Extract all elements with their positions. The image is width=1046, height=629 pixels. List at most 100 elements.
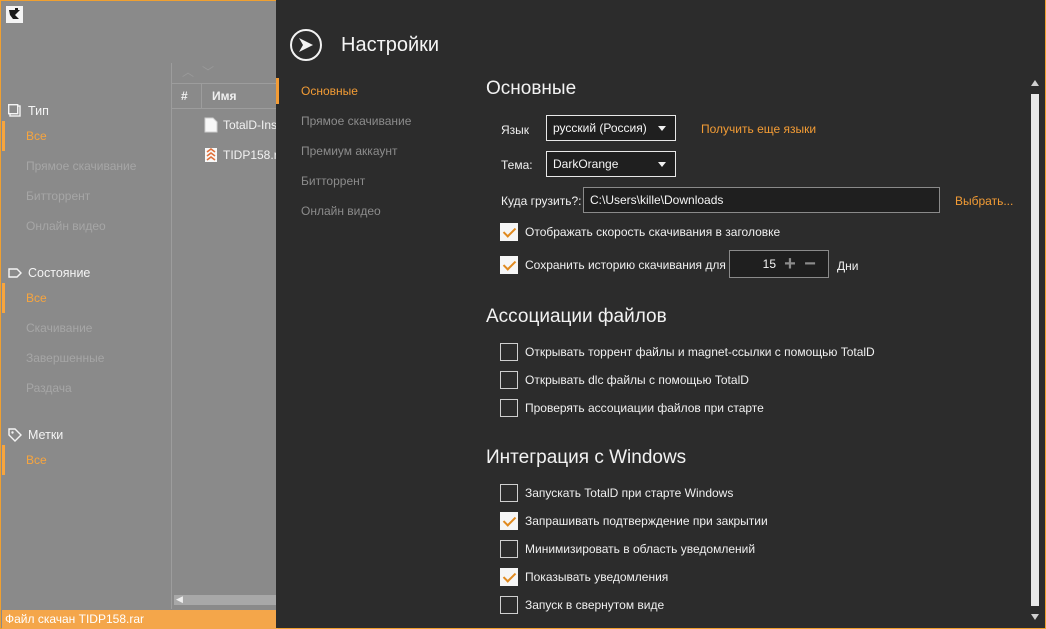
download-folder-input[interactable]: C:\Users\kille\Downloads [583,187,940,213]
keep-history-checkbox[interactable] [500,256,518,274]
language-value: русский (Россия) [553,121,647,135]
assoc-check-checkbox[interactable] [500,399,518,417]
settings-content: Основные Язык русский (Россия) Получить … [486,76,1026,621]
autostart-label: Запускать TotalD при старте Windows [525,486,734,500]
settings-nav: Основные Прямое скачивание Премиум аккау… [276,76,466,226]
section-labels: Метки [2,425,170,445]
section-labels-title: Метки [28,428,64,442]
autostart-checkbox[interactable] [500,484,518,502]
get-more-languages-link[interactable]: Получить еще языки [701,122,816,136]
notifications-label: Показывать уведомления [525,570,669,584]
show-speed-option[interactable]: Отображать скорость скачивания в заголов… [500,223,780,241]
sidebar-item-type-all[interactable]: Все [2,121,170,151]
column-number[interactable]: # [172,84,202,108]
tab-direct-download[interactable]: Прямое скачивание [276,106,466,136]
start-minimized-checkbox[interactable] [500,596,518,614]
minimize-tray-label: Минимизировать в область уведомлений [525,542,756,556]
list-item[interactable]: TotalD-Ins [204,117,277,133]
section-type: Тип [2,101,170,121]
column-name[interactable]: Имя [202,89,237,103]
assoc-dlc-label: Открывать dlc файлы с помощью TotalD [525,373,749,387]
show-speed-checkbox[interactable] [500,223,518,241]
scroll-up-icon[interactable] [1031,80,1039,86]
list-header: # Имя [172,83,278,109]
window-icon [8,104,21,117]
arrow-right-icon [299,38,313,52]
tab-bittorrent[interactable]: Битторрент [276,166,466,196]
browse-link[interactable]: Выбрать... [955,194,1013,208]
sidebar-item-type-torrent[interactable]: Битторрент [2,181,170,211]
back-button[interactable] [290,29,322,61]
minimize-tray-option[interactable]: Минимизировать в область уведомлений [500,540,755,558]
file-name: TotalD-Ins [223,118,278,132]
theme-select[interactable]: DarkOrange [546,151,676,177]
notifications-checkbox[interactable] [500,568,518,586]
assoc-dlc-checkbox[interactable] [500,371,518,389]
download-folder-label: Куда грузить?: [501,194,582,208]
keep-history-option[interactable]: Сохранить историю скачивания для [500,256,726,274]
chevron-down-icon [658,162,666,167]
confirm-close-label: Запрашивать подтверждение при закрытии [525,514,768,528]
start-minimized-option[interactable]: Запуск в свернутом виде [500,596,664,614]
sidebar-item-state-downloading[interactable]: Скачивание [2,313,170,343]
sidebar-item-state-seeding[interactable]: Раздача [2,373,170,403]
sidebar-item-labels-all[interactable]: Все [2,445,170,475]
language-label: Язык [501,123,530,137]
theme-value: DarkOrange [553,157,619,171]
assoc-torrent-checkbox[interactable] [500,343,518,361]
history-days-stepper[interactable]: 15 + − [729,250,829,278]
autostart-option[interactable]: Запускать TotalD при старте Windows [500,484,733,502]
app-logo-icon [6,6,23,23]
sidebar-item-type-direct[interactable]: Прямое скачивание [2,151,170,181]
document-icon [204,117,218,133]
minimize-tray-checkbox[interactable] [500,540,518,558]
scrollbar-thumb[interactable] [1031,94,1039,606]
sidebar-item-state-completed[interactable]: Завершенные [2,343,170,373]
associations-heading: Ассоциации файлов [486,306,667,327]
status-bar: Файл скачан TIDP158.rar [2,610,278,629]
chevron-up-icon[interactable]: ︿ [182,65,202,79]
assoc-dlc-option[interactable]: Открывать dlc файлы с помощью TotalD [500,371,749,389]
download-list: ︿﹀ # Имя TotalD-Ins TIDP158.rar ◀ [171,63,288,609]
theme-label: Тема: [501,158,533,172]
history-days-value[interactable]: 15 [730,257,780,271]
days-label: Дни [837,259,859,273]
assoc-check-option[interactable]: Проверять ассоциации файлов при старте [500,399,764,417]
archive-icon [205,148,217,162]
chevron-down-icon[interactable]: ﹀ [202,65,222,79]
settings-panel: Настройки Основные Прямое скачивание Пре… [276,0,1045,628]
vertical-scrollbar[interactable] [1031,80,1040,620]
notifications-option[interactable]: Показывать уведомления [500,568,668,586]
language-select[interactable]: русский (Россия) [546,115,676,141]
category-sidebar: Тип Все Прямое скачивание Битторрент Онл… [2,91,170,475]
assoc-torrent-label: Открывать торрент файлы и magnet-ссылки … [525,345,875,359]
section-state: Состояние [2,263,170,283]
sort-arrows[interactable]: ︿﹀ [182,63,222,80]
page-title: Настройки [341,33,440,56]
assoc-check-label: Проверять ассоциации файлов при старте [525,401,764,415]
sidebar-item-state-all[interactable]: Все [2,283,170,313]
scroll-down-icon[interactable] [1031,614,1039,620]
settings-header: Настройки [290,29,439,61]
tag-outline-icon [8,268,22,278]
horizontal-scrollbar[interactable]: ◀ [174,594,276,605]
label-icon [8,428,22,442]
tab-general[interactable]: Основные [276,76,466,106]
tab-online-video[interactable]: Онлайн видео [276,196,466,226]
sidebar-item-type-video[interactable]: Онлайн видео [2,211,170,241]
start-minimized-label: Запуск в свернутом виде [525,598,665,612]
minus-icon[interactable]: − [800,254,820,274]
chevron-down-icon [658,126,666,131]
confirm-close-checkbox[interactable] [500,512,518,530]
keep-history-label: Сохранить историю скачивания для [525,258,726,272]
section-state-title: Состояние [28,266,91,280]
assoc-torrent-option[interactable]: Открывать торрент файлы и magnet-ссылки … [500,343,875,361]
show-speed-label: Отображать скорость скачивания в заголов… [525,225,781,239]
windows-heading: Интеграция с Windows [486,447,687,468]
general-heading: Основные [486,78,577,99]
section-type-title: Тип [28,104,49,118]
scroll-left-icon[interactable]: ◀ [176,594,183,605]
plus-icon[interactable]: + [780,254,800,274]
tab-premium[interactable]: Премиум аккаунт [276,136,466,166]
confirm-close-option[interactable]: Запрашивать подтверждение при закрытии [500,512,768,530]
